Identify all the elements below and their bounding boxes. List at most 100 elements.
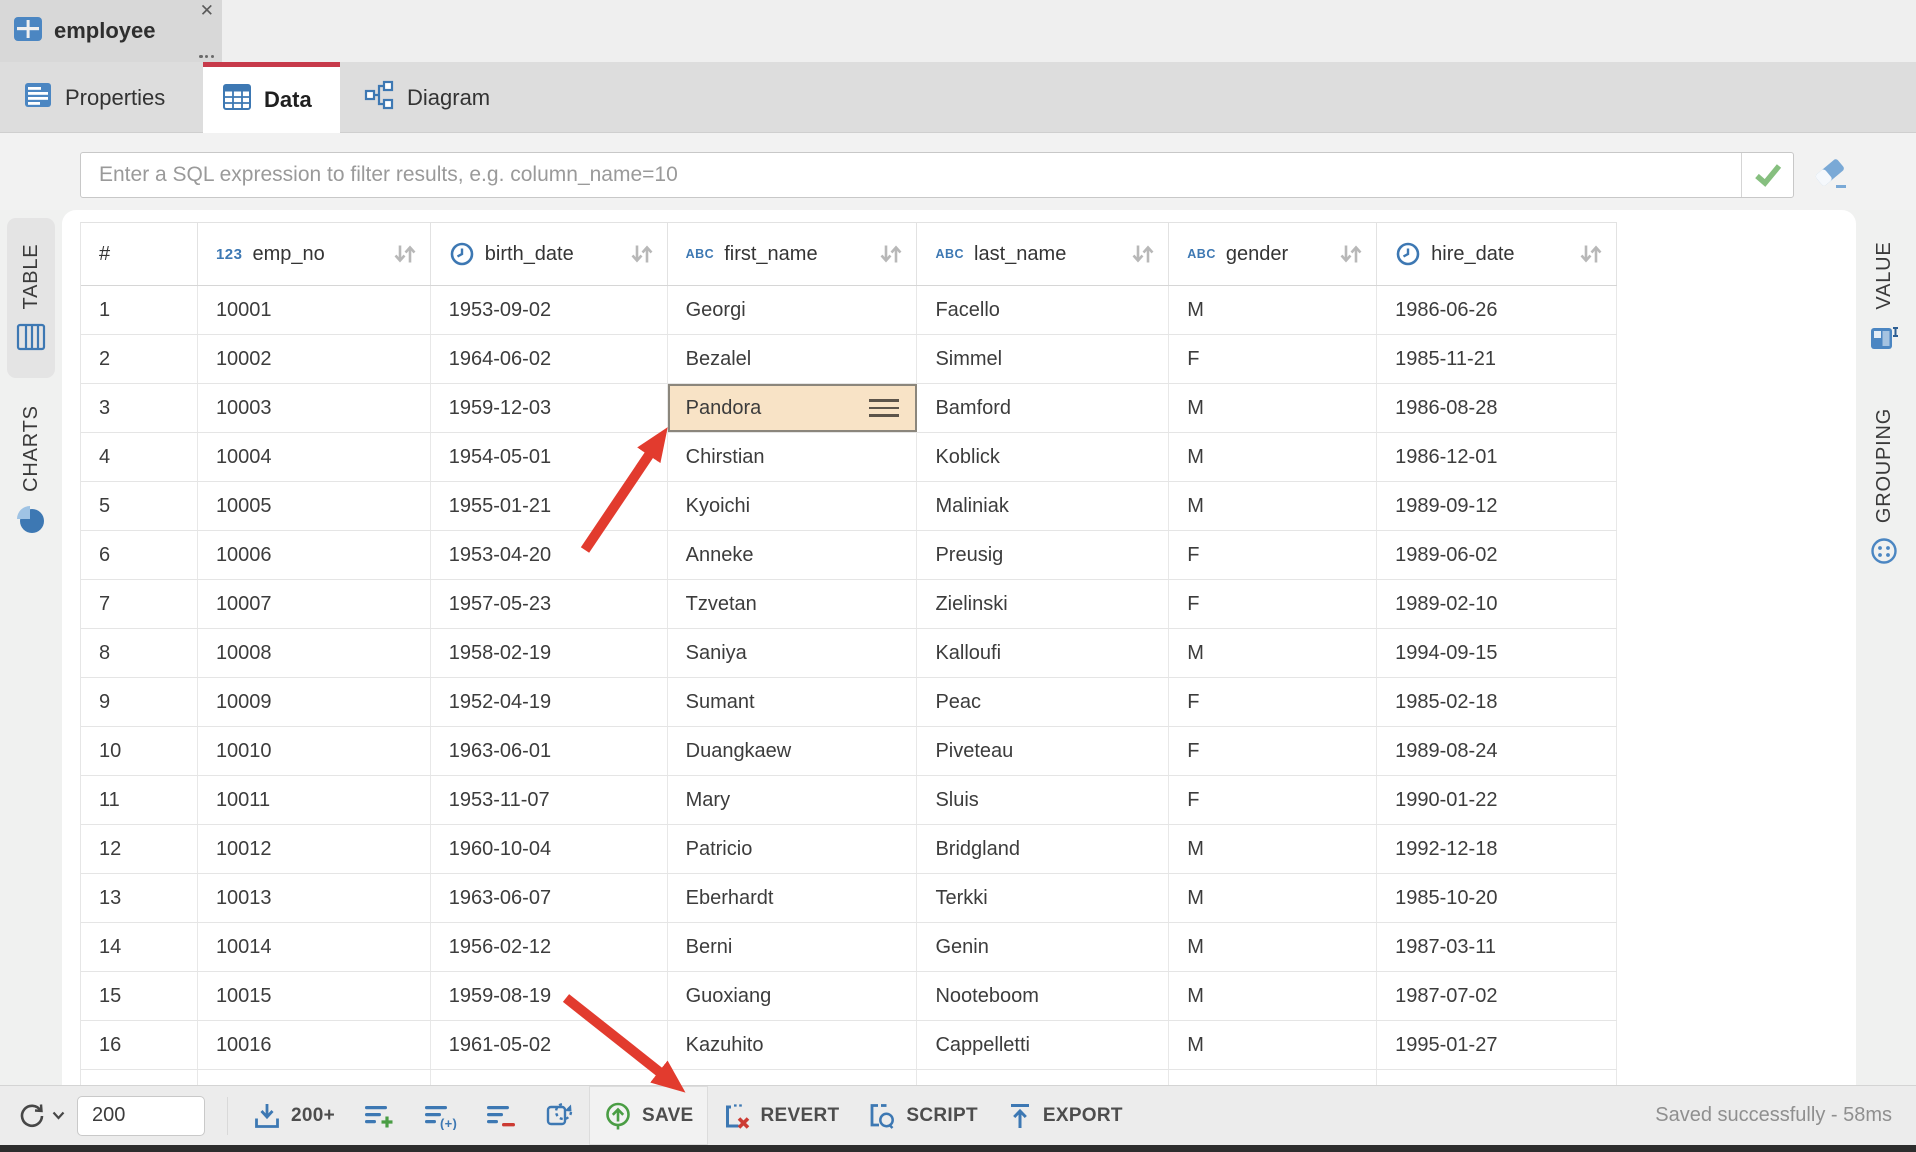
data-cell[interactable]: 1953-09-02 bbox=[431, 286, 668, 334]
data-cell[interactable]: F bbox=[1169, 727, 1377, 775]
data-cell[interactable]: 10013 bbox=[198, 874, 431, 922]
data-cell[interactable]: 1989-02-10 bbox=[1377, 580, 1617, 628]
generate-data-button[interactable] bbox=[531, 1086, 589, 1145]
fetch-size-input[interactable] bbox=[77, 1096, 205, 1136]
refresh-button[interactable] bbox=[16, 1100, 65, 1132]
sort-icon[interactable] bbox=[1338, 242, 1364, 266]
data-cell[interactable]: M bbox=[1169, 1021, 1377, 1069]
editor-tab-employee[interactable]: employee ✕ bbox=[0, 0, 222, 62]
data-cell[interactable]: 10003 bbox=[198, 384, 431, 432]
data-cell[interactable]: 1989-08-24 bbox=[1377, 727, 1617, 775]
data-cell[interactable]: 10012 bbox=[198, 825, 431, 873]
data-cell[interactable]: Zielinski bbox=[917, 580, 1169, 628]
data-cell[interactable]: 1955-01-21 bbox=[431, 482, 668, 530]
data-cell[interactable]: Preusig bbox=[917, 531, 1169, 579]
data-cell[interactable]: Duangkaew bbox=[668, 727, 918, 775]
data-cell[interactable]: Facello bbox=[917, 286, 1169, 334]
data-cell[interactable]: F bbox=[1169, 678, 1377, 726]
duplicate-row-button[interactable]: (+) bbox=[409, 1086, 471, 1145]
data-cell[interactable]: 1995-01-27 bbox=[1377, 1021, 1617, 1069]
data-cell[interactable]: Saniya bbox=[668, 629, 918, 677]
data-cell[interactable]: 10008 bbox=[198, 629, 431, 677]
data-cell[interactable]: Piveteau bbox=[917, 727, 1169, 775]
data-cell[interactable]: Bridgland bbox=[917, 825, 1169, 873]
data-cell[interactable]: 1963-06-01 bbox=[431, 727, 668, 775]
data-cell[interactable]: Kalloufi bbox=[917, 629, 1169, 677]
data-cell[interactable]: Koblick bbox=[917, 433, 1169, 481]
rail-tab-table[interactable]: TABLE bbox=[7, 218, 55, 378]
data-cell[interactable]: 1961-05-02 bbox=[431, 1021, 668, 1069]
data-cell[interactable]: 10014 bbox=[198, 923, 431, 971]
data-cell[interactable]: 1953-04-20 bbox=[431, 531, 668, 579]
data-cell[interactable]: 1989-06-02 bbox=[1377, 531, 1617, 579]
data-cell[interactable]: Bezalel bbox=[668, 335, 918, 383]
data-cell[interactable]: 10005 bbox=[198, 482, 431, 530]
data-cell[interactable]: 1964-06-02 bbox=[431, 335, 668, 383]
data-cell[interactable]: Peac bbox=[917, 678, 1169, 726]
data-cell[interactable]: 1985-11-21 bbox=[1377, 335, 1617, 383]
data-cell[interactable]: 10006 bbox=[198, 531, 431, 579]
data-cell[interactable]: 1956-02-12 bbox=[431, 923, 668, 971]
clear-filter-button[interactable] bbox=[1806, 150, 1854, 198]
tab-data[interactable]: Data bbox=[203, 62, 340, 133]
data-cell[interactable]: F bbox=[1169, 776, 1377, 824]
data-cell[interactable]: Tzvetan bbox=[668, 580, 918, 628]
column-header-last_name[interactable]: ABClast_name bbox=[917, 223, 1169, 285]
tab-properties[interactable]: Properties bbox=[0, 62, 189, 133]
script-button[interactable]: SCRIPT bbox=[853, 1086, 991, 1145]
data-cell[interactable]: Terkki bbox=[917, 874, 1169, 922]
data-cell[interactable]: 1960-10-04 bbox=[431, 825, 668, 873]
data-cell[interactable]: Genin bbox=[917, 923, 1169, 971]
save-button[interactable]: SAVE bbox=[589, 1086, 708, 1145]
data-cell[interactable]: F bbox=[1169, 580, 1377, 628]
fetch-more-button[interactable]: 200+ bbox=[238, 1086, 349, 1145]
data-cell[interactable]: F bbox=[1169, 335, 1377, 383]
data-cell[interactable]: Sluis bbox=[917, 776, 1169, 824]
data-cell[interactable]: M bbox=[1169, 874, 1377, 922]
sort-icon[interactable] bbox=[1578, 242, 1604, 266]
column-header-first_name[interactable]: ABCfirst_name bbox=[668, 223, 918, 285]
data-cell[interactable]: 10002 bbox=[198, 335, 431, 383]
data-cell[interactable]: M bbox=[1169, 286, 1377, 334]
sort-icon[interactable] bbox=[629, 242, 655, 266]
data-cell[interactable]: M bbox=[1169, 629, 1377, 677]
rail-tab-value[interactable]: VALUE bbox=[1860, 227, 1908, 367]
rail-tab-charts[interactable]: CHARTS bbox=[7, 385, 55, 555]
tab-diagram[interactable]: Diagram bbox=[340, 62, 514, 133]
data-cell[interactable]: 1986-12-01 bbox=[1377, 433, 1617, 481]
data-cell[interactable]: Cappelletti bbox=[917, 1021, 1169, 1069]
rail-tab-grouping[interactable]: GROUPING bbox=[1860, 387, 1908, 587]
data-cell[interactable]: Patricio bbox=[668, 825, 918, 873]
data-cell[interactable]: 10007 bbox=[198, 580, 431, 628]
data-cell[interactable]: 1992-12-18 bbox=[1377, 825, 1617, 873]
data-cell[interactable]: 1953-11-07 bbox=[431, 776, 668, 824]
selected-cell[interactable]: Pandora bbox=[668, 384, 918, 432]
sort-icon[interactable] bbox=[1130, 242, 1156, 266]
sort-icon[interactable] bbox=[878, 242, 904, 266]
data-cell[interactable]: M bbox=[1169, 482, 1377, 530]
apply-filter-button[interactable] bbox=[1741, 153, 1793, 197]
data-cell[interactable]: 10010 bbox=[198, 727, 431, 775]
data-cell[interactable]: M bbox=[1169, 433, 1377, 481]
data-cell[interactable]: Kazuhito bbox=[668, 1021, 918, 1069]
data-cell[interactable]: 10016 bbox=[198, 1021, 431, 1069]
data-cell[interactable]: 1986-06-26 bbox=[1377, 286, 1617, 334]
data-cell[interactable]: 1963-06-07 bbox=[431, 874, 668, 922]
data-cell[interactable]: Nooteboom bbox=[917, 972, 1169, 1020]
delete-row-button[interactable] bbox=[471, 1086, 531, 1145]
data-cell[interactable]: M bbox=[1169, 825, 1377, 873]
sql-filter-input[interactable] bbox=[81, 153, 1741, 197]
data-cell[interactable]: M bbox=[1169, 923, 1377, 971]
data-cell[interactable]: 10004 bbox=[198, 433, 431, 481]
data-cell[interactable]: 1959-08-19 bbox=[431, 972, 668, 1020]
data-cell[interactable]: 10011 bbox=[198, 776, 431, 824]
data-cell[interactable]: 10009 bbox=[198, 678, 431, 726]
sort-icon[interactable] bbox=[392, 242, 418, 266]
data-cell[interactable]: 1987-03-11 bbox=[1377, 923, 1617, 971]
data-cell[interactable]: 1994-09-15 bbox=[1377, 629, 1617, 677]
column-header-gender[interactable]: ABCgender bbox=[1169, 223, 1377, 285]
data-cell[interactable]: 10015 bbox=[198, 972, 431, 1020]
add-row-button[interactable] bbox=[349, 1086, 409, 1145]
column-header-emp_no[interactable]: 123emp_no bbox=[198, 223, 431, 285]
revert-button[interactable]: REVERT bbox=[708, 1086, 854, 1145]
